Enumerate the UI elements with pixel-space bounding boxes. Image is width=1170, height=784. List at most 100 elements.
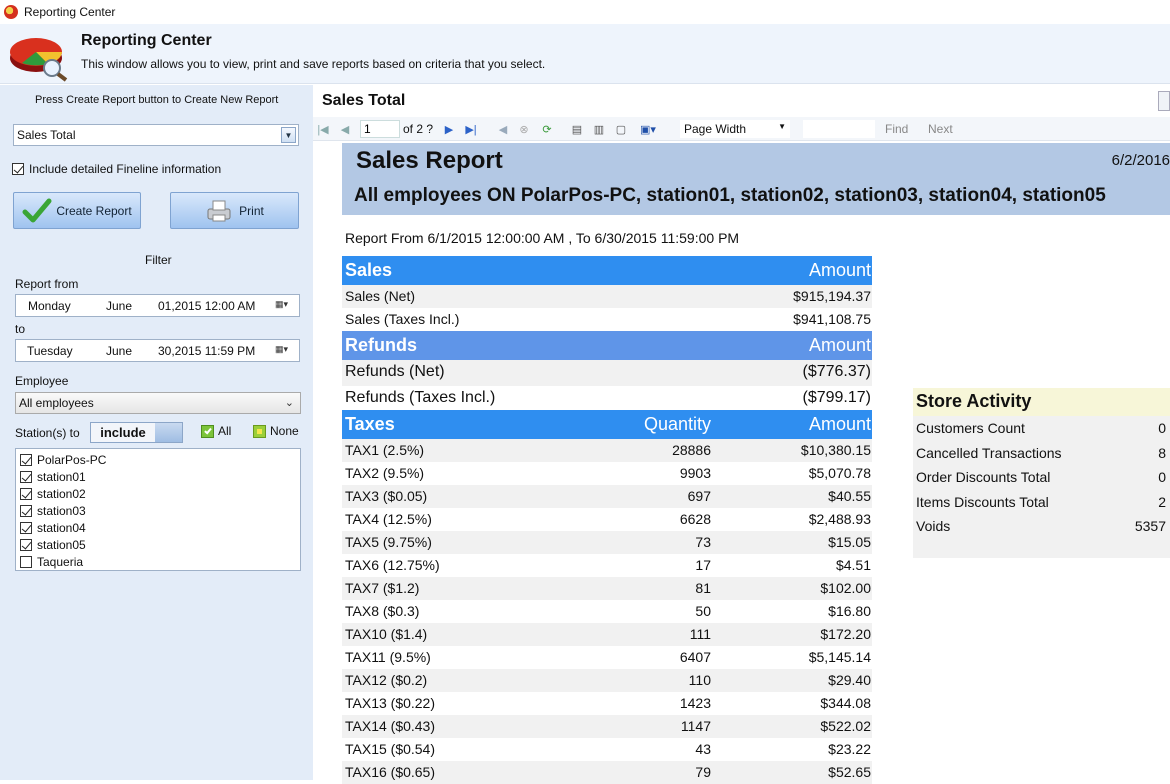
select-none-button[interactable]: None bbox=[253, 424, 299, 438]
table-row: Customers Count 0 bbox=[913, 416, 1170, 441]
table-row: Refunds (Net) ($776.37) bbox=[342, 360, 872, 386]
row-quantity: 81 bbox=[695, 580, 711, 596]
table-row: TAX1 (2.5%) 28886 $10,380.15 bbox=[342, 439, 872, 462]
checkbox-icon[interactable] bbox=[20, 538, 32, 551]
row-value: 0 bbox=[1158, 469, 1166, 485]
report-viewer: Sales Total |◀ ◀ of 2 ? ▶ ▶| ◀ ⊗ ⟳ ▤ ▥ ▢… bbox=[313, 85, 1170, 784]
checkbox-icon[interactable] bbox=[20, 555, 32, 568]
table-row: Refunds (Taxes Incl.) ($799.17) bbox=[342, 386, 872, 412]
row-quantity: 6628 bbox=[679, 511, 711, 527]
report-range: Report From 6/1/2015 12:00:00 AM , To 6/… bbox=[345, 230, 740, 246]
row-amount: $29.40 bbox=[828, 672, 871, 688]
collapse-icon[interactable] bbox=[1158, 91, 1170, 111]
first-page-icon[interactable]: |◀ bbox=[317, 121, 329, 137]
table-row: TAX14 ($0.43) 1147 $522.02 bbox=[342, 715, 872, 738]
report-type-select[interactable]: Sales Total ▼ bbox=[13, 124, 299, 146]
row-quantity: 17 bbox=[695, 557, 711, 573]
stations-label: Station(s) to bbox=[15, 426, 80, 440]
include-exclude-toggle[interactable]: include bbox=[90, 422, 183, 443]
chevron-down-icon[interactable]: ⌄ bbox=[285, 396, 294, 409]
row-amount: $23.22 bbox=[828, 741, 871, 757]
table-row: TAX2 (9.5%) 9903 $5,070.78 bbox=[342, 462, 872, 485]
calendar-icon[interactable]: ▦▾ bbox=[275, 299, 295, 312]
none-label: None bbox=[270, 424, 299, 438]
taxes-header-label: Taxes bbox=[345, 414, 395, 434]
report-date: 6/2/2016 bbox=[1111, 152, 1170, 169]
refunds-header: Refunds Amount bbox=[342, 331, 872, 360]
row-amount: $5,070.78 bbox=[808, 465, 871, 481]
page-number-input[interactable] bbox=[360, 120, 400, 138]
row-label: TAX14 ($0.43) bbox=[345, 718, 436, 734]
amount-header: Amount bbox=[808, 260, 871, 280]
table-row: TAX13 ($0.22) 1423 $344.08 bbox=[342, 692, 872, 715]
prev-page-icon[interactable]: ◀ bbox=[339, 121, 351, 137]
row-label: TAX13 ($0.22) bbox=[345, 695, 436, 711]
row-amount: $40.55 bbox=[828, 488, 871, 504]
to-label: to bbox=[15, 322, 26, 336]
station-label: PolarPos-PC bbox=[37, 452, 107, 467]
refunds-table: Refunds Amount Refunds (Net) ($776.37) Re… bbox=[342, 331, 872, 412]
employee-select[interactable]: All employees ⌄ bbox=[15, 392, 301, 414]
checkbox-icon[interactable] bbox=[20, 470, 32, 483]
viewer-title: Sales Total bbox=[322, 92, 406, 109]
table-row: TAX16 ($0.65) 79 $52.65 bbox=[342, 761, 872, 784]
station-item[interactable]: PolarPos-PC bbox=[16, 451, 300, 468]
row-amount: $2,488.93 bbox=[808, 511, 871, 527]
station-item[interactable]: station04 bbox=[16, 519, 300, 536]
find-button[interactable]: Find bbox=[885, 121, 908, 137]
row-value: 2 bbox=[1158, 493, 1166, 510]
station-item[interactable]: station05 bbox=[16, 536, 300, 553]
report-title: Sales Report bbox=[356, 147, 503, 174]
to-date-picker[interactable]: Tuesday June 30,2015 11:59 PM ▦▾ bbox=[15, 339, 300, 362]
row-amount: $915,194.37 bbox=[793, 288, 871, 304]
employee-value: All employees bbox=[19, 396, 94, 410]
checkbox-icon[interactable] bbox=[20, 504, 32, 517]
uncheck-all-icon bbox=[253, 424, 266, 438]
include-detailed-checkbox[interactable]: Include detailed Fineline information bbox=[12, 162, 221, 176]
export-icon[interactable]: ▣▾ bbox=[637, 121, 659, 137]
row-quantity: 110 bbox=[688, 672, 711, 688]
next-button[interactable]: Next bbox=[928, 121, 953, 137]
chevron-down-icon[interactable]: ▼ bbox=[281, 127, 296, 143]
toggle-knob[interactable] bbox=[155, 423, 182, 442]
station-item[interactable]: station01 bbox=[16, 468, 300, 485]
checkbox-icon[interactable] bbox=[20, 487, 32, 500]
print-button[interactable]: Print bbox=[170, 192, 299, 229]
table-row: TAX4 (12.5%) 6628 $2,488.93 bbox=[342, 508, 872, 531]
taxes-rows: TAX1 (2.5%) 28886 $10,380.15 TAX2 (9.5%) 990… bbox=[342, 439, 872, 784]
station-item[interactable]: station02 bbox=[16, 485, 300, 502]
checkmark-icon bbox=[22, 198, 52, 222]
row-quantity: 28886 bbox=[672, 442, 711, 458]
checkbox-icon[interactable] bbox=[20, 453, 32, 466]
last-page-icon[interactable]: ▶| bbox=[464, 121, 478, 137]
print-layout-icon[interactable]: ▥ bbox=[591, 121, 607, 137]
stop-icon[interactable]: ⊗ bbox=[517, 121, 531, 137]
create-report-button[interactable]: Create Report bbox=[13, 192, 141, 229]
station-label: station02 bbox=[37, 486, 86, 501]
next-page-icon[interactable]: ▶ bbox=[443, 121, 455, 137]
table-row: Cancelled Transactions 8 bbox=[913, 441, 1170, 466]
page-setup-icon[interactable]: ▢ bbox=[613, 121, 629, 137]
to-month: June bbox=[106, 344, 133, 358]
checkbox-icon[interactable] bbox=[12, 163, 24, 175]
row-label: TAX6 (12.75%) bbox=[345, 557, 440, 573]
viewer-toolbar: |◀ ◀ of 2 ? ▶ ▶| ◀ ⊗ ⟳ ▤ ▥ ▢ ▣▾ Page Wid… bbox=[313, 117, 1170, 141]
chevron-down-icon[interactable]: ▼ bbox=[778, 122, 786, 131]
station-item[interactable]: station03 bbox=[16, 502, 300, 519]
refresh-icon[interactable]: ⟳ bbox=[540, 121, 554, 137]
row-quantity: 9903 bbox=[679, 465, 711, 481]
calendar-icon[interactable]: ▦▾ bbox=[275, 344, 295, 357]
checkbox-icon[interactable] bbox=[20, 521, 32, 534]
to-day: Tuesday bbox=[27, 344, 73, 358]
print-icon[interactable]: ▤ bbox=[569, 121, 585, 137]
back-icon[interactable]: ◀ bbox=[496, 121, 510, 137]
table-row: TAX15 ($0.54) 43 $23.22 bbox=[342, 738, 872, 761]
select-all-button[interactable]: All bbox=[201, 424, 231, 438]
station-item[interactable]: Taqueria bbox=[16, 553, 300, 570]
table-row: Sales (Net) $915,194.37 bbox=[342, 285, 872, 308]
row-amount: $16.80 bbox=[828, 603, 871, 619]
zoom-select[interactable]: Page Width ▼ bbox=[680, 120, 790, 138]
find-input[interactable] bbox=[803, 120, 875, 138]
sales-table: Sales Amount Sales (Net) $915,194.37 Sale… bbox=[342, 256, 872, 331]
from-date-picker[interactable]: Monday June 01,2015 12:00 AM ▦▾ bbox=[15, 294, 300, 317]
